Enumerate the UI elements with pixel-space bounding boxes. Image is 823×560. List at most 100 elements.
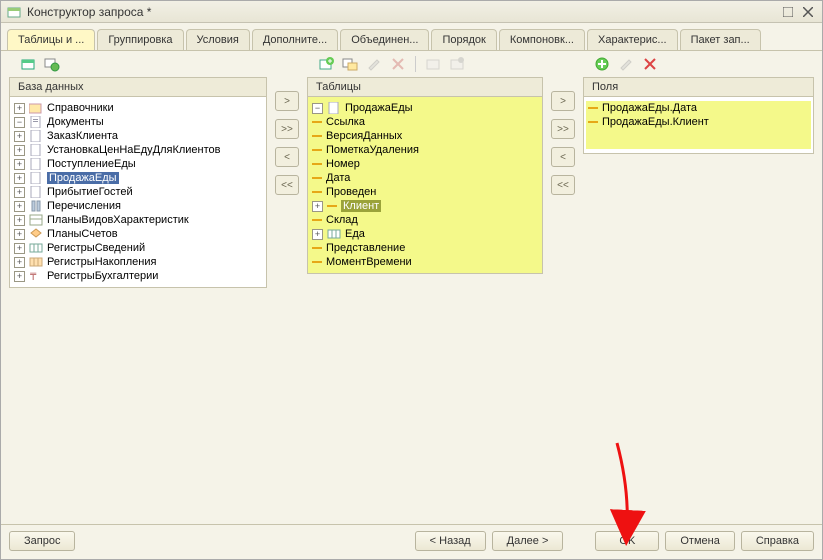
query-button[interactable]: Запрос <box>9 531 75 551</box>
table-root[interactable]: −ПродажаЕды <box>310 101 540 115</box>
content-area: База данных +Справочники −Документы +Зак… <box>1 51 822 524</box>
delete-icon[interactable] <box>389 55 407 73</box>
table-field[interactable]: Дата <box>310 171 540 185</box>
table-field[interactable]: Представление <box>310 241 540 255</box>
fields-list[interactable]: ПродажаЕды.Дата ПродажаЕды.Клиент <box>584 97 813 153</box>
document-icon <box>327 102 341 114</box>
field-icon <box>312 261 322 263</box>
document-icon <box>29 186 43 198</box>
ok-button[interactable]: OK <box>595 531 659 551</box>
tree-item-documents[interactable]: −Документы <box>12 115 264 129</box>
close-button[interactable] <box>800 4 816 20</box>
table-field[interactable]: МоментВремени <box>310 255 540 269</box>
document-icon <box>29 158 43 170</box>
app-icon <box>7 5 21 19</box>
next-button[interactable]: Далее > <box>492 531 564 551</box>
help-button[interactable]: Справка <box>741 531 814 551</box>
table-field[interactable]: ВерсияДанных <box>310 129 540 143</box>
add-field-icon[interactable] <box>593 55 611 73</box>
field-icon <box>312 191 322 193</box>
tab-characteristics[interactable]: Характерис... <box>587 29 678 50</box>
tables-panel: Таблицы −ПродажаЕды Ссылка ВерсияДанных … <box>307 77 543 274</box>
delete-field-icon[interactable] <box>641 55 659 73</box>
db-toolbar <box>9 51 267 77</box>
tree-item-charttype[interactable]: +ПланыВидовХарактеристик <box>12 213 264 227</box>
tree-item-pribytie[interactable]: +ПрибытиеГостей <box>12 185 264 199</box>
field-icon <box>588 107 598 109</box>
tabs-bar: Таблицы и ... Группировка Условия Дополн… <box>1 23 822 51</box>
inforeg-icon <box>29 242 43 254</box>
tree-item-inforeg[interactable]: +РегистрыСведений <box>12 241 264 255</box>
document-icon <box>29 116 43 128</box>
move-all-left-button[interactable]: << <box>275 175 299 195</box>
tab-conditions[interactable]: Условия <box>186 29 250 50</box>
nested-query-icon[interactable] <box>43 55 61 73</box>
tab-tables[interactable]: Таблицы и ... <box>7 29 95 50</box>
document-icon <box>29 130 43 142</box>
maximize-button[interactable] <box>780 4 796 20</box>
table-field[interactable]: Склад <box>310 213 540 227</box>
table-field[interactable]: Ссылка <box>310 115 540 129</box>
tables-tree[interactable]: −ПродажаЕды Ссылка ВерсияДанных ПометкаУ… <box>308 97 542 273</box>
add-table-icon[interactable] <box>317 55 335 73</box>
tab-additional[interactable]: Дополните... <box>252 29 338 50</box>
replace-icon[interactable] <box>424 55 442 73</box>
window-title: Конструктор запроса * <box>27 5 776 19</box>
back-button[interactable]: < Назад <box>415 531 486 551</box>
move-left-button[interactable]: < <box>275 147 299 167</box>
move-all-left-button[interactable]: << <box>551 175 575 195</box>
db-tree[interactable]: +Справочники −Документы +ЗаказКлиента +У… <box>10 97 266 287</box>
transfer-buttons-1: > >> < << <box>273 51 301 516</box>
tables-toolbar <box>307 51 543 77</box>
tree-item-zakaz[interactable]: +ЗаказКлиента <box>12 129 264 143</box>
edit-field-icon[interactable] <box>617 55 635 73</box>
accreg-icon <box>29 256 43 268</box>
tree-item-prodazha[interactable]: +ПродажаЕды <box>12 171 264 185</box>
db-panel-header: База данных <box>10 78 266 97</box>
field-icon <box>312 163 322 165</box>
bookreg-icon: ₸ <box>29 270 43 282</box>
fields-toolbar <box>583 51 814 77</box>
field-icon <box>588 121 598 123</box>
tab-layout[interactable]: Компоновк... <box>499 29 585 50</box>
tree-item-catalogs[interactable]: +Справочники <box>12 101 264 115</box>
tree-item-ustanovka[interactable]: +УстановкаЦенНаЕдуДляКлиентов <box>12 143 264 157</box>
transfer-buttons-2: > >> < << <box>549 51 577 516</box>
field-item[interactable]: ПродажаЕды.Дата <box>586 101 811 115</box>
db-panel: База данных +Справочники −Документы +Зак… <box>9 77 267 288</box>
field-icon <box>312 247 322 249</box>
document-icon <box>29 172 43 184</box>
field-icon <box>312 149 322 151</box>
move-all-right-button[interactable]: >> <box>551 119 575 139</box>
table-field[interactable]: Проведен <box>310 185 540 199</box>
table-field-klient[interactable]: +Клиент <box>310 199 540 213</box>
tree-item-accreg[interactable]: +РегистрыНакопления <box>12 255 264 269</box>
move-right-button[interactable]: > <box>275 91 299 111</box>
fields-panel-header: Поля <box>584 78 813 97</box>
move-left-button[interactable]: < <box>551 147 575 167</box>
tree-item-enums[interactable]: +Перечисления <box>12 199 264 213</box>
field-icon <box>327 205 337 207</box>
field-icon <box>312 135 322 137</box>
tree-item-postuplenie[interactable]: +ПоступлениеЕды <box>12 157 264 171</box>
tab-union[interactable]: Объединен... <box>340 29 429 50</box>
field-icon <box>312 219 322 221</box>
accounts-icon <box>29 228 43 240</box>
tab-batch[interactable]: Пакет зап... <box>680 29 761 50</box>
move-all-right-button[interactable]: >> <box>275 119 299 139</box>
field-item[interactable]: ПродажаЕды.Клиент <box>586 115 811 129</box>
tree-item-bookreg[interactable]: +₸РегистрыБухгалтерии <box>12 269 264 283</box>
cancel-button[interactable]: Отмена <box>665 531 734 551</box>
table-field-eda[interactable]: +Еда <box>310 227 540 241</box>
edit-icon[interactable] <box>365 55 383 73</box>
tab-grouping[interactable]: Группировка <box>97 29 183 50</box>
add-nested-icon[interactable] <box>341 55 359 73</box>
catalog-icon <box>29 102 43 114</box>
tab-order[interactable]: Порядок <box>431 29 496 50</box>
tree-item-accounts[interactable]: +ПланыСчетов <box>12 227 264 241</box>
refresh-icon[interactable] <box>19 55 37 73</box>
table-field[interactable]: ПометкаУдаления <box>310 143 540 157</box>
table-field[interactable]: Номер <box>310 157 540 171</box>
move-right-button[interactable]: > <box>551 91 575 111</box>
temp-table-icon[interactable] <box>448 55 466 73</box>
